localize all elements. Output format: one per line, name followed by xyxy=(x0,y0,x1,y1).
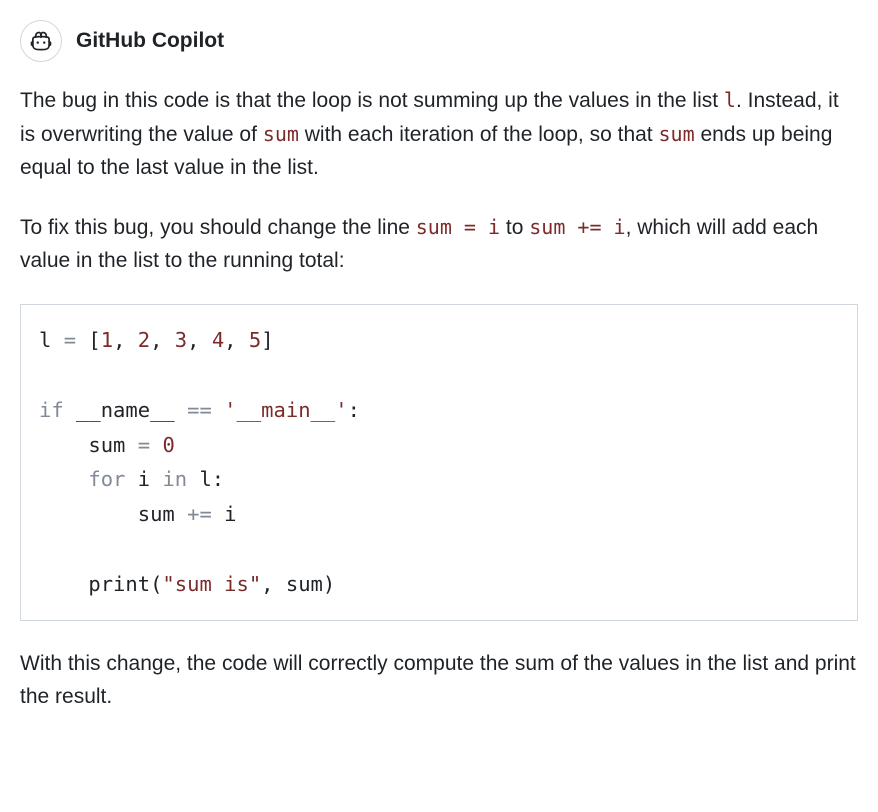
code-token: , sum) xyxy=(261,572,335,596)
copilot-icon xyxy=(28,28,54,54)
code-token: : xyxy=(348,398,360,422)
text: to xyxy=(500,216,529,239)
code-token xyxy=(212,398,224,422)
inline-code-l: l xyxy=(724,88,736,112)
code-token: l xyxy=(39,328,64,352)
text: with each iteration of the loop, so that xyxy=(299,123,659,146)
code-token: '__main__' xyxy=(224,398,347,422)
code-token: l: xyxy=(187,467,224,491)
code-token: [ xyxy=(76,328,101,352)
code-token: 1 xyxy=(101,328,113,352)
response-header: GitHub Copilot xyxy=(20,20,858,62)
code-token: if xyxy=(39,398,64,422)
text: To fix this bug, you should change the l… xyxy=(20,216,416,239)
code-token: == xyxy=(187,398,212,422)
code-token: , xyxy=(187,328,212,352)
explanation-paragraph-1: The bug in this code is that the loop is… xyxy=(20,84,858,185)
code-token: 3 xyxy=(175,328,187,352)
code-token: sum xyxy=(39,433,138,457)
explanation-paragraph-3: With this change, the code will correctl… xyxy=(20,647,858,714)
code-token: i xyxy=(212,502,237,526)
code-token xyxy=(39,467,88,491)
code-token: in xyxy=(162,467,187,491)
inline-code-sum: sum xyxy=(658,122,694,146)
code-token xyxy=(150,433,162,457)
code-token: = xyxy=(138,433,150,457)
code-token: "sum is" xyxy=(162,572,261,596)
code-token: += xyxy=(187,502,212,526)
text: The bug in this code is that the loop is… xyxy=(20,89,724,112)
code-token: print( xyxy=(39,572,162,596)
code-token: ] xyxy=(261,328,273,352)
code-token: , xyxy=(224,328,249,352)
text: With this change, the code will correctl… xyxy=(20,652,856,709)
code-token: , xyxy=(113,328,138,352)
code-token: 4 xyxy=(212,328,224,352)
code-token: 0 xyxy=(162,433,174,457)
code-token: 2 xyxy=(138,328,150,352)
code-token: 5 xyxy=(249,328,261,352)
code-token: for xyxy=(88,467,125,491)
code-token: i xyxy=(125,467,162,491)
assistant-name: GitHub Copilot xyxy=(76,24,224,58)
inline-code-sum: sum xyxy=(263,122,299,146)
code-token: sum xyxy=(39,502,187,526)
code-block: l = [1, 2, 3, 4, 5] if __name__ == '__ma… xyxy=(20,304,858,621)
code-token: = xyxy=(64,328,76,352)
inline-code-assign: sum = i xyxy=(416,215,500,239)
inline-code-plus-assign: sum += i xyxy=(529,215,625,239)
code-token: , xyxy=(150,328,175,352)
copilot-avatar xyxy=(20,20,62,62)
code-token: __name__ xyxy=(64,398,187,422)
explanation-paragraph-2: To fix this bug, you should change the l… xyxy=(20,211,858,278)
